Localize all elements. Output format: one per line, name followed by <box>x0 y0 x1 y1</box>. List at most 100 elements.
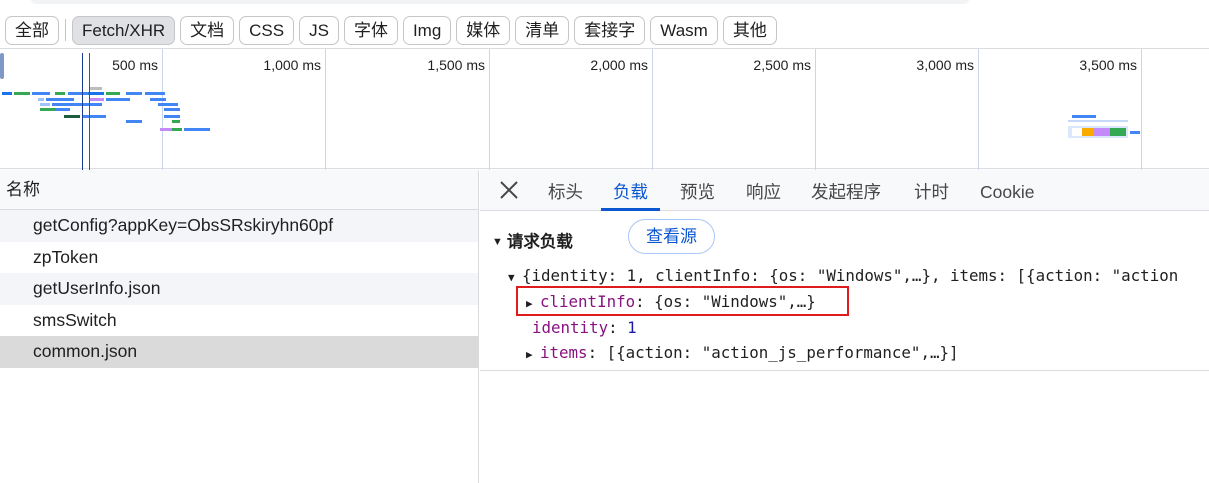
payload-section: ▼ 请求负载 查看源 ▼ {identity: 1, clientInfo: {os… <box>480 211 1209 371</box>
filter-font[interactable]: 字体 <box>343 15 398 45</box>
request-bar <box>150 98 166 101</box>
request-bar <box>164 115 180 118</box>
filter-img[interactable]: Img <box>402 15 452 45</box>
request-bar <box>126 92 142 95</box>
request-bar <box>164 108 180 111</box>
filter-other[interactable]: 其他 <box>722 15 777 45</box>
overview-tick-label: 3,000 ms <box>916 57 974 73</box>
close-icon[interactable] <box>496 177 522 203</box>
request-row[interactable]: getUserInfo.json <box>0 273 478 305</box>
tab-cookies[interactable]: Cookie <box>980 170 1034 211</box>
filter-doc[interactable]: 文档 <box>180 15 235 45</box>
request-bar <box>38 98 44 101</box>
filter-fetch-xhr[interactable]: Fetch/XHR <box>72 15 176 45</box>
items-key: items <box>540 343 588 362</box>
request-bar <box>126 120 142 123</box>
tab-headers[interactable]: 标头 <box>548 170 583 211</box>
identity-value: 1 <box>627 318 637 337</box>
request-bar <box>52 103 102 106</box>
request-bar <box>1094 128 1110 136</box>
tab-initiator[interactable]: 发起程序 <box>811 170 881 211</box>
request-detail-panel: 标头 负载 预览 响应 发起程序 计时 Cookie ▼ 请求负载 查看源 ▼ {i… <box>480 170 1209 483</box>
request-bar <box>90 98 104 101</box>
filter-bar: 全部 Fetch/XHR 文档 CSS JS 字体 Img 媒体 清单 套接字 … <box>0 12 777 48</box>
overview-gridline <box>1141 49 1142 170</box>
view-source-button[interactable]: 查看源 <box>628 219 715 254</box>
colon-separator: : <box>587 343 607 362</box>
filter-divider <box>65 19 66 41</box>
request-row[interactable]: smsSwitch <box>0 305 478 337</box>
overview-tick-label: 3,500 ms <box>1079 57 1137 73</box>
request-bar <box>1072 128 1082 136</box>
request-bar <box>40 108 56 111</box>
overview-gridline <box>325 49 326 170</box>
overview-gridline <box>162 49 163 170</box>
request-bar <box>172 128 182 131</box>
request-bar <box>106 98 130 101</box>
request-bar <box>46 98 74 101</box>
request-bar <box>90 87 102 90</box>
requests-panel: 名称 getConfig?appKey=ObsSRskiryhn60pf zpT… <box>0 170 479 483</box>
filter-socket[interactable]: 套接字 <box>574 15 646 45</box>
request-payload-title: 请求负载 <box>506 233 573 251</box>
overview-tick-label: 2,500 ms <box>753 57 811 73</box>
filter-media[interactable]: 媒体 <box>456 15 511 45</box>
request-bar <box>55 92 65 95</box>
request-bar <box>106 92 120 95</box>
request-bar <box>184 128 210 131</box>
tab-payload[interactable]: 负载 <box>601 170 660 211</box>
request-bar <box>1110 128 1126 136</box>
name-column-header[interactable]: 名称 <box>0 170 478 210</box>
request-bar <box>32 92 50 95</box>
payload-identity-line: identity: 1 <box>532 318 637 337</box>
request-bar <box>145 92 165 95</box>
request-bar <box>56 108 70 111</box>
identity-key: identity <box>532 318 609 337</box>
overview-gridline <box>815 49 816 170</box>
colon-separator: : <box>608 318 628 337</box>
request-bar <box>1068 120 1128 122</box>
payload-items-line[interactable]: ▶ items: [{action: "action_js_performance… <box>526 343 958 362</box>
tab-timing[interactable]: 计时 <box>914 170 949 211</box>
items-value: [{action: "action_js_performance",…}] <box>606 343 959 362</box>
request-bar <box>14 92 30 95</box>
request-bar <box>88 92 104 95</box>
filter-manifest[interactable]: 清单 <box>515 15 570 45</box>
request-bar <box>40 103 50 106</box>
dom-content-loaded-line <box>82 53 83 170</box>
filter-js[interactable]: JS <box>299 15 339 45</box>
request-bar <box>68 92 88 95</box>
overview-drag-handle[interactable] <box>0 53 4 79</box>
overview-gridline <box>978 49 979 170</box>
tab-response[interactable]: 响应 <box>746 170 781 211</box>
red-highlight-box <box>516 286 849 316</box>
request-row[interactable]: zpToken <box>0 242 478 274</box>
expanded-triangle-icon[interactable]: ▼ <box>508 271 522 284</box>
request-row[interactable]: getConfig?appKey=ObsSRskiryhn60pf <box>0 210 478 242</box>
request-payload-header[interactable]: ▼ 请求负载 <box>492 228 573 252</box>
request-bar <box>160 128 172 131</box>
request-bar <box>1072 115 1096 118</box>
filter-input-remnant[interactable] <box>30 0 970 4</box>
payload-root-line[interactable]: ▼ {identity: 1, clientInfo: {os: "Windows… <box>508 266 1178 285</box>
collapsed-triangle-icon[interactable]: ▶ <box>526 348 540 361</box>
tab-preview[interactable]: 预览 <box>680 170 715 211</box>
request-bar <box>172 120 180 123</box>
network-overview[interactable]: 500 ms 1,000 ms 1,500 ms 2,000 ms 2,500 … <box>0 48 1209 170</box>
overview-tick-label: 1,000 ms <box>263 57 321 73</box>
overview-gridline <box>489 49 490 170</box>
request-row-selected[interactable]: common.json <box>0 336 478 368</box>
request-bar <box>158 103 178 106</box>
filter-all[interactable]: 全部 <box>5 15 59 45</box>
collapse-triangle-icon[interactable]: ▼ <box>492 236 503 248</box>
load-event-line <box>89 53 90 170</box>
filter-css[interactable]: CSS <box>239 15 295 45</box>
overview-tick-label: 1,500 ms <box>427 57 485 73</box>
request-bar <box>1130 131 1140 134</box>
filter-wasm[interactable]: Wasm <box>650 15 718 45</box>
top-strip <box>0 0 1209 8</box>
request-bar <box>1082 128 1094 136</box>
overview-tick-label: 2,000 ms <box>590 57 648 73</box>
request-bar <box>82 115 106 118</box>
request-bar <box>2 92 12 95</box>
